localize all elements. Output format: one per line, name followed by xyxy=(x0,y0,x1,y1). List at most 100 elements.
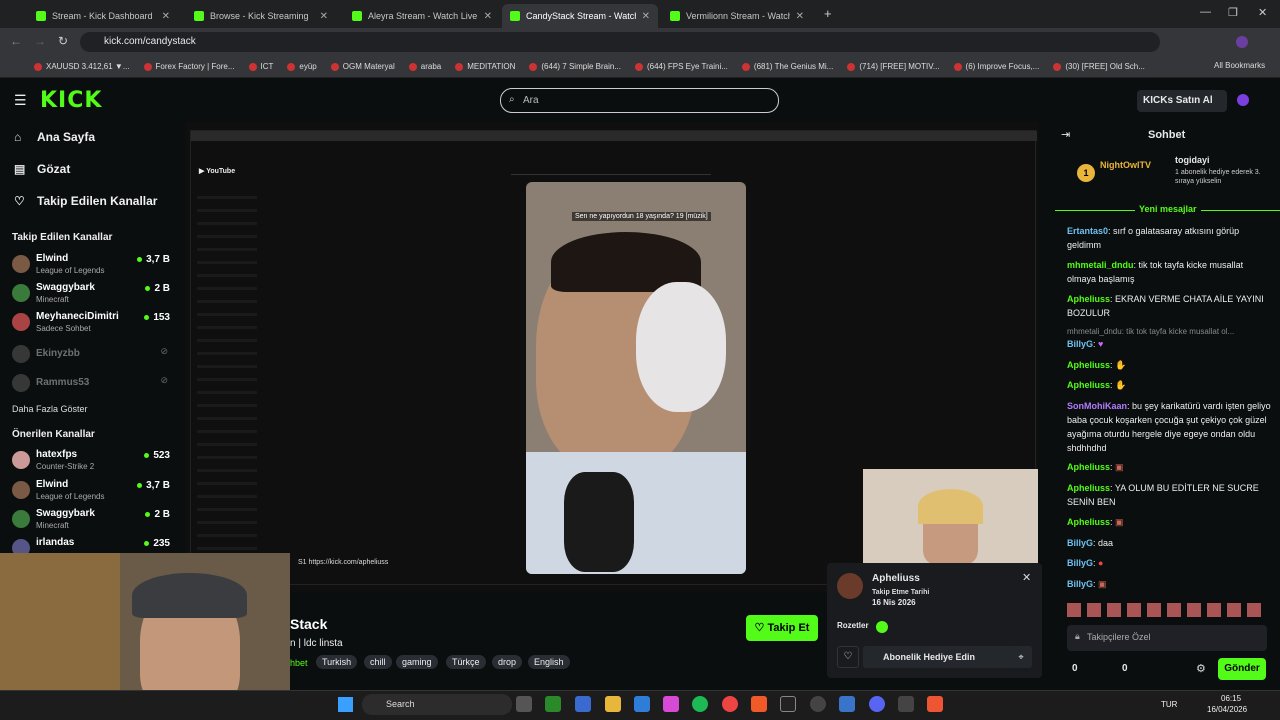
tag[interactable]: gaming xyxy=(396,655,438,669)
followed-channel[interactable]: Elwind League of Legends 3,7 B xyxy=(10,252,170,278)
emote-bar[interactable] xyxy=(1067,603,1267,617)
tab-aleyra[interactable]: Aleyra Stream - Watch Live on ✕ xyxy=(344,4,500,28)
search-input[interactable]: Ara xyxy=(500,88,779,113)
tag[interactable]: chill xyxy=(364,655,392,669)
recommended-channel[interactable]: Elwind League of Legends 3,7 B xyxy=(10,478,170,504)
gift-sub-button[interactable]: Abonelik Hediye Edin xyxy=(863,646,1013,668)
settings-icon[interactable]: ⚙ xyxy=(1196,662,1206,675)
windows-start-icon[interactable] xyxy=(338,697,353,712)
profile-avatar-icon[interactable] xyxy=(1236,36,1248,48)
bookmark-item[interactable]: ICT xyxy=(249,62,274,71)
taskbar-search[interactable]: Search xyxy=(362,694,512,715)
reload-icon[interactable]: ↻ xyxy=(58,34,68,48)
followed-channel[interactable]: Swaggybark Minecraft 2 B xyxy=(10,281,170,307)
tag[interactable]: Turkish xyxy=(316,655,358,669)
collapse-chat-icon[interactable]: ⇥ xyxy=(1061,128,1070,141)
clock-date[interactable]: 16/04/2026 xyxy=(1207,705,1247,714)
bookmark-item[interactable]: OGM Materyal xyxy=(331,62,395,71)
bookmark-item[interactable]: (30) [FREE] Old Sch... xyxy=(1053,62,1145,71)
input-language[interactable]: TUR xyxy=(1161,700,1177,709)
chat-message: BillyG: ♥ xyxy=(1067,339,1104,349)
bookmark-item[interactable]: Forex Factory | Fore... xyxy=(144,62,235,71)
close-tab-icon[interactable]: ✕ xyxy=(320,11,328,22)
close-tab-icon[interactable]: ✕ xyxy=(162,11,170,22)
kick-logo[interactable]: KICK xyxy=(40,88,102,113)
recommended-channel[interactable]: hatexfps Counter-Strike 2 523 xyxy=(10,448,170,474)
all-bookmarks[interactable]: All Bookmarks xyxy=(1208,61,1266,70)
chrome-icon[interactable] xyxy=(722,696,738,712)
tab-vermilionn[interactable]: Vermilionn Stream - Watch Live✕ xyxy=(662,4,812,28)
send-button[interactable]: Gönder xyxy=(1218,658,1266,680)
emote-icon: ♥ xyxy=(1098,339,1104,349)
app-icon[interactable] xyxy=(575,696,591,712)
tab-candystack[interactable]: CandyStack Stream - Watch Liv✕ xyxy=(502,4,658,28)
stream-category[interactable]: hbet xyxy=(290,658,308,668)
store-icon[interactable] xyxy=(634,696,650,712)
user-card-popup: Apheliuss Takip Etme Tarihi 16 Nis 2026 … xyxy=(827,563,1042,678)
gifter-name[interactable]: togidayi xyxy=(1175,155,1210,165)
nav-browse[interactable]: Gözat xyxy=(37,162,70,176)
show-more-link[interactable]: Daha Fazla Göster xyxy=(12,404,88,414)
avatar xyxy=(12,481,30,499)
bookmark-item[interactable]: (644) FPS Eye Traini... xyxy=(635,62,728,71)
bookmark-item[interactable]: XAUUSD 3.412,61 ▼... xyxy=(34,62,130,71)
pin-icon[interactable]: ⌖ xyxy=(1010,646,1032,668)
bookmark-item[interactable]: (714) [FREE] MOTIV... xyxy=(847,62,939,71)
points-count[interactable]: 0 xyxy=(1122,663,1128,674)
bookmark-item[interactable]: eyüp xyxy=(287,62,316,71)
chat-message: Apheliuss: ▣ xyxy=(1067,517,1124,527)
tag[interactable]: English xyxy=(528,655,570,669)
heart-icon[interactable]: ♡ xyxy=(837,646,859,668)
app-icon[interactable] xyxy=(898,696,914,712)
close-window-icon[interactable]: ✕ xyxy=(1258,6,1267,19)
close-tab-icon[interactable]: ✕ xyxy=(642,11,650,22)
followed-channel-offline[interactable]: Ekinyzbb ⊘ xyxy=(10,342,170,368)
bookmark-item[interactable]: araba xyxy=(409,62,441,71)
maximize-icon[interactable]: ❐ xyxy=(1228,6,1238,19)
tab-kick-dashboard[interactable]: Stream - Kick Dashboard ✕ xyxy=(28,4,178,28)
followed-channel[interactable]: MeyhaneciDimitri Sadece Sohbet 153 xyxy=(10,310,170,336)
close-icon[interactable]: ✕ xyxy=(1022,571,1031,584)
bookmark-item[interactable]: (644) 7 Simple Brain... xyxy=(529,62,621,71)
minimize-icon[interactable]: — xyxy=(1200,6,1211,18)
task-view-icon[interactable] xyxy=(516,696,532,712)
emote-icon: ● xyxy=(1098,558,1104,568)
close-tab-icon[interactable]: ✕ xyxy=(484,11,492,22)
nav-home[interactable]: Ana Sayfa xyxy=(37,130,95,144)
user-avatar-icon[interactable] xyxy=(1237,94,1249,106)
bookmark-item[interactable]: (681) The Genius Mi... xyxy=(742,62,833,71)
kick-favicon-icon xyxy=(510,11,520,21)
url-field[interactable]: kick.com/candystack xyxy=(80,32,1160,52)
new-tab-icon[interactable]: + xyxy=(824,6,832,21)
buy-kicks-button[interactable]: KICKs Satın Al xyxy=(1137,90,1227,112)
forward-icon[interactable]: → xyxy=(34,34,46,48)
close-tab-icon[interactable]: ✕ xyxy=(796,11,804,22)
followed-channel-offline[interactable]: Rammus53 ⊘ xyxy=(10,371,170,397)
bookmark-item[interactable]: MEDITATION xyxy=(455,62,515,71)
tag[interactable]: Türkçe xyxy=(446,655,486,669)
xbox-icon[interactable] xyxy=(545,696,561,712)
app-icon[interactable] xyxy=(839,696,855,712)
tag[interactable]: drop xyxy=(492,655,523,669)
streamer-name[interactable]: Stack xyxy=(290,616,327,632)
nav-following[interactable]: Takip Edilen Kanallar xyxy=(37,194,157,208)
tab-browse[interactable]: Browse - Kick Streaming ✕ xyxy=(186,4,336,28)
tradingview-icon[interactable] xyxy=(780,696,796,712)
chat-input[interactable]: Takipçilere Özel xyxy=(1067,625,1267,651)
bookmark-item[interactable]: (6) Improve Focus,... xyxy=(954,62,1040,71)
top-gifter-name[interactable]: NightOwlTV xyxy=(1100,160,1151,170)
app-icon[interactable] xyxy=(927,696,943,712)
copilot-icon[interactable] xyxy=(663,696,679,712)
spotify-icon[interactable] xyxy=(692,696,708,712)
file-explorer-icon[interactable] xyxy=(605,696,621,712)
video-caption: Sen ne yapıyordun 18 yaşında? 19 [müzik] xyxy=(572,212,711,221)
menu-icon[interactable]: ☰ xyxy=(14,92,27,109)
kicks-count[interactable]: 0 xyxy=(1072,663,1078,674)
discord-icon[interactable] xyxy=(869,696,885,712)
follow-button[interactable]: ♡ Takip Et xyxy=(746,615,818,641)
back-icon[interactable]: ← xyxy=(10,34,22,48)
chatgpt-icon[interactable] xyxy=(810,696,826,712)
brave-icon[interactable] xyxy=(751,696,767,712)
clock-time[interactable]: 06:15 xyxy=(1221,694,1241,703)
recommended-channel[interactable]: Swaggybark Minecraft 2 B xyxy=(10,507,170,533)
